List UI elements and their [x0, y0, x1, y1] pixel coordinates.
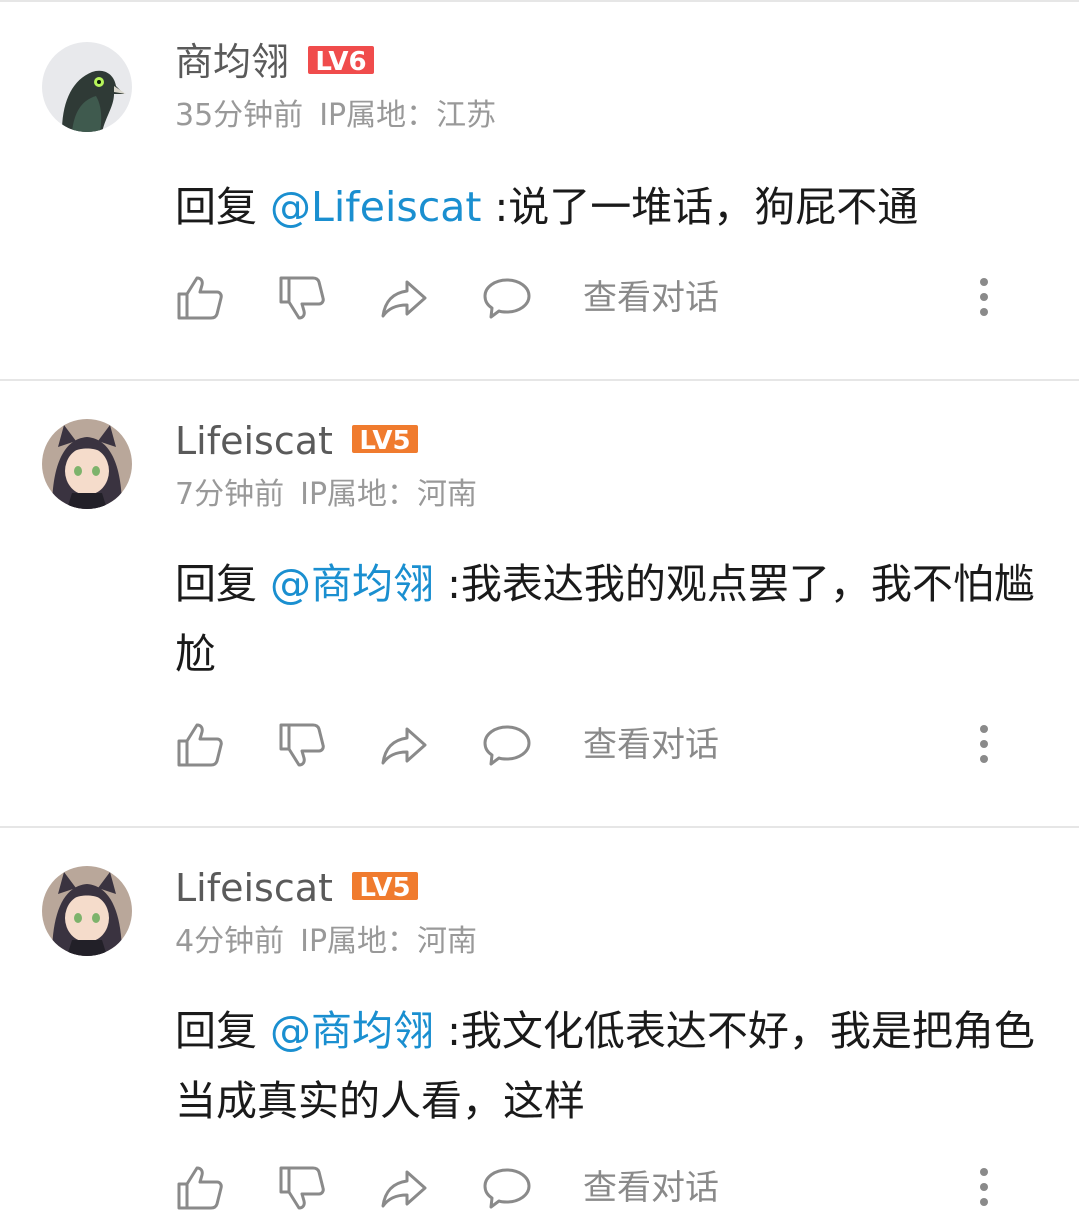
comment-item: Lifeiscat LV5 4分钟前 IP属地：河南 回复 @商均翎 :我文化低表达…	[0, 828, 1079, 1210]
comment-text: 回复 @商均翎 :我表达我的观点罢了，我不怕尴尬	[175, 549, 1035, 689]
comment-icon	[483, 725, 531, 766]
like-button[interactable]	[175, 719, 227, 771]
share-icon	[381, 280, 427, 318]
ip-location: IP属地：河南	[300, 477, 478, 512]
share-button[interactable]	[379, 1162, 431, 1214]
comment-icon	[483, 278, 531, 319]
comment-icon	[483, 1168, 531, 1209]
timestamp: 7分钟前	[175, 477, 285, 512]
view-dialog-link[interactable]: 查看对话	[583, 1166, 719, 1210]
share-icon	[381, 727, 427, 765]
mention-link[interactable]: @商均翎	[270, 1007, 434, 1055]
thumbs-up-icon	[177, 1166, 223, 1210]
anime-catgirl-avatar-icon	[42, 866, 132, 956]
comment-text: 回复 @商均翎 :我文化低表达不好，我是把角色当成真实的人看，这样	[175, 996, 1035, 1136]
like-button[interactable]	[175, 1162, 227, 1214]
username[interactable]: 商均翎 LV6	[175, 40, 375, 84]
more-button[interactable]	[971, 272, 997, 324]
dislike-button[interactable]	[277, 272, 329, 324]
level-badge: LV5	[351, 866, 419, 910]
timestamp: 35分钟前	[175, 98, 304, 133]
thumbs-down-icon	[279, 723, 325, 767]
level-badge: LV5	[351, 419, 419, 463]
more-icon	[980, 1168, 988, 1206]
more-button[interactable]	[971, 1162, 997, 1214]
reply-prefix: 回复	[175, 1007, 257, 1055]
svg-text:LV5: LV5	[359, 873, 410, 901]
username[interactable]: Lifeiscat LV5	[175, 419, 419, 463]
share-icon	[381, 1170, 427, 1208]
pigeon-avatar-icon	[42, 42, 132, 132]
comment-item: Lifeiscat LV5 7分钟前 IP属地：河南 回复 @商均翎 :我表达我的观…	[0, 381, 1079, 827]
view-dialog-link[interactable]: 查看对话	[583, 276, 719, 320]
thumbs-down-icon	[279, 276, 325, 320]
more-button[interactable]	[971, 719, 997, 771]
like-button[interactable]	[175, 272, 227, 324]
comment-meta: 4分钟前 IP属地：河南	[175, 924, 477, 960]
username-text[interactable]: 商均翎	[175, 40, 289, 84]
mention-link[interactable]: @Lifeiscat	[270, 183, 481, 231]
reply-button[interactable]	[481, 719, 533, 771]
ip-location: IP属地：江苏	[319, 98, 497, 133]
thumbs-up-icon	[177, 276, 223, 320]
action-bar: 查看对话	[175, 1162, 1035, 1214]
avatar[interactable]	[42, 866, 132, 956]
thumbs-up-icon	[177, 723, 223, 767]
view-dialog-link[interactable]: 查看对话	[583, 723, 719, 767]
thumbs-down-icon	[279, 1166, 325, 1210]
username-text[interactable]: Lifeiscat	[175, 866, 333, 910]
ip-location: IP属地：河南	[300, 924, 478, 959]
comment-item: 商均翎 LV6 35分钟前 IP属地：江苏 回复 @Lifeiscat :说了一堆话…	[0, 0, 1079, 380]
share-button[interactable]	[379, 272, 431, 324]
svg-text:LV5: LV5	[359, 426, 410, 454]
reply-prefix: 回复	[175, 560, 257, 608]
comment-text: 回复 @Lifeiscat :说了一堆话，狗屁不通	[175, 172, 1035, 242]
more-icon	[980, 278, 988, 316]
reply-button[interactable]	[481, 1162, 533, 1214]
comment-meta: 7分钟前 IP属地：河南	[175, 477, 477, 513]
timestamp: 4分钟前	[175, 924, 285, 959]
reply-button[interactable]	[481, 272, 533, 324]
anime-catgirl-avatar-icon	[42, 419, 132, 509]
comment-body: :说了一堆话，狗屁不通	[494, 183, 919, 231]
username[interactable]: Lifeiscat LV5	[175, 866, 419, 910]
avatar[interactable]	[42, 42, 132, 132]
svg-text:LV6: LV6	[315, 47, 366, 75]
level-badge: LV6	[307, 40, 375, 84]
mention-link[interactable]: @商均翎	[270, 560, 434, 608]
avatar[interactable]	[42, 419, 132, 509]
action-bar: 查看对话	[175, 719, 1035, 771]
share-button[interactable]	[379, 719, 431, 771]
more-icon	[980, 725, 988, 763]
reply-prefix: 回复	[175, 183, 257, 231]
action-bar: 查看对话	[175, 272, 1035, 324]
dislike-button[interactable]	[277, 719, 329, 771]
dislike-button[interactable]	[277, 1162, 329, 1214]
comment-meta: 35分钟前 IP属地：江苏	[175, 98, 496, 134]
username-text[interactable]: Lifeiscat	[175, 419, 333, 463]
